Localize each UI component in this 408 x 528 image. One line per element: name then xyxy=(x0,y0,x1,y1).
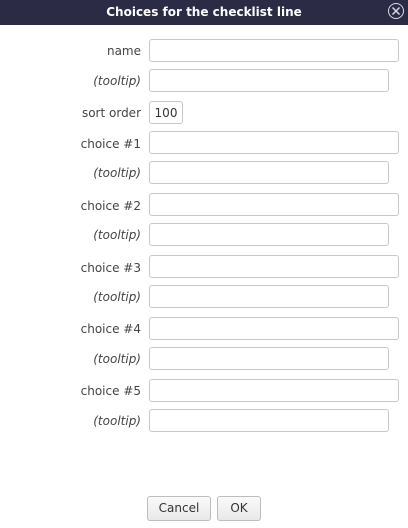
name-tooltip-input[interactable] xyxy=(149,69,389,92)
choice-4-tooltip-input[interactable] xyxy=(149,347,389,370)
close-button[interactable] xyxy=(388,3,404,19)
ok-button[interactable]: OK xyxy=(217,496,261,521)
choice-2-input[interactable] xyxy=(149,193,399,216)
choice-2-label: choice #2 xyxy=(80,199,141,213)
choice-3-input[interactable] xyxy=(149,255,399,278)
choice-1-label: choice #1 xyxy=(80,137,141,151)
name-input[interactable] xyxy=(149,39,399,62)
choice-5-label: choice #5 xyxy=(80,384,141,398)
dialog-titlebar: Choices for the checklist line xyxy=(0,0,408,25)
choice-1-tooltip-label: (tooltip) xyxy=(93,166,141,180)
choice-3-tooltip-label: (tooltip) xyxy=(93,290,141,304)
choice-4-label: choice #4 xyxy=(80,322,141,336)
name-tooltip-label: (tooltip) xyxy=(93,74,141,88)
choice-3-label: choice #3 xyxy=(80,261,141,275)
choice-5-tooltip-input[interactable] xyxy=(149,409,389,432)
close-icon xyxy=(391,6,401,16)
choice-2-tooltip-input[interactable] xyxy=(149,223,389,246)
choice-1-tooltip-input[interactable] xyxy=(149,161,389,184)
choice-4-input[interactable] xyxy=(149,317,399,340)
choice-5-tooltip-label: (tooltip) xyxy=(93,414,141,428)
name-label: name xyxy=(106,44,141,58)
choice-3-tooltip-input[interactable] xyxy=(149,285,389,308)
sort-order-label: sort order xyxy=(81,106,141,120)
choice-2-tooltip-label: (tooltip) xyxy=(93,228,141,242)
sort-order-input[interactable] xyxy=(149,101,183,124)
choice-4-tooltip-label: (tooltip) xyxy=(93,352,141,366)
choice-5-input[interactable] xyxy=(149,379,399,402)
dialog-title: Choices for the checklist line xyxy=(106,5,302,19)
cancel-button[interactable]: Cancel xyxy=(147,496,211,521)
choice-1-input[interactable] xyxy=(149,131,399,154)
